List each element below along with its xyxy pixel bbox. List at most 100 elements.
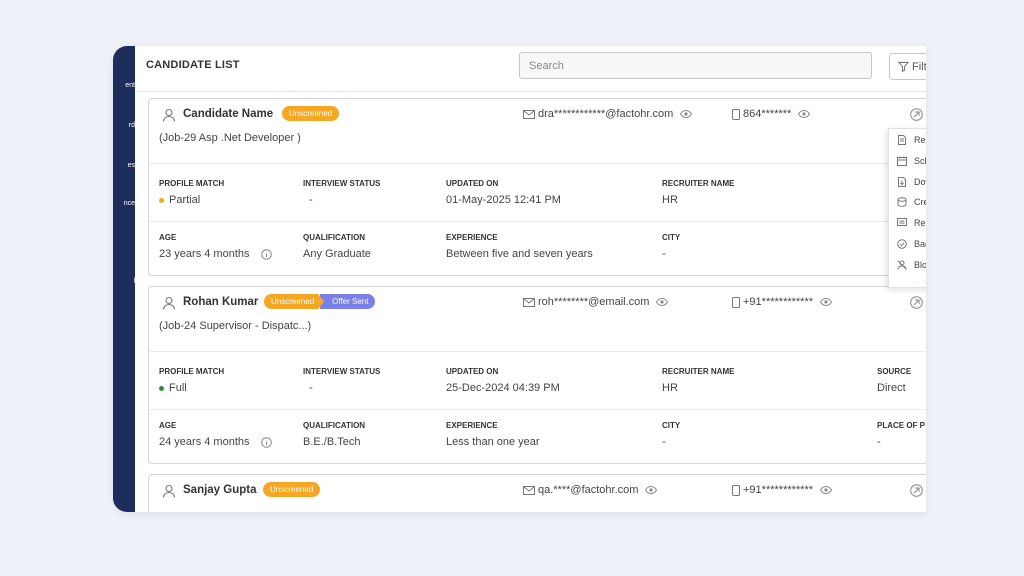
field-label: INTERVIEW STATUS (303, 367, 381, 376)
field-label: EXPERIENCE (446, 421, 498, 430)
eye-icon[interactable] (820, 486, 833, 494)
phone-text: +91************ (743, 296, 814, 308)
mail-icon (523, 297, 535, 307)
link-icon[interactable] (910, 296, 923, 309)
eye-icon[interactable] (656, 298, 669, 306)
menu-item-download[interactable]: Downlo (897, 174, 926, 190)
database-icon (897, 197, 907, 207)
field-label: QUALIFICATION (303, 421, 366, 430)
sidebar-item[interactable]: nce (124, 200, 135, 207)
candidate-name[interactable]: Rohan Kumar (183, 296, 258, 308)
menu-item-label: Backgr (914, 239, 926, 249)
profile-match-value: Full (159, 382, 187, 394)
recruiter-name-value: HR (662, 194, 678, 206)
sidebar-item[interactable]: ent (125, 82, 135, 89)
experience-value: Between five and seven years (446, 248, 593, 260)
field-label: PROFILE MATCH (159, 367, 225, 376)
filter-label: Filt (912, 60, 926, 73)
email-contact: roh********@email.com (523, 296, 669, 308)
filter-icon (898, 61, 909, 72)
field-label: INTERVIEW STATUS (303, 179, 381, 188)
field-label: CITY (662, 233, 681, 242)
field-label: UPDATED ON (446, 367, 499, 376)
person-icon (162, 296, 176, 310)
recruiter-name-value: HR (662, 382, 678, 394)
qualification-value: Any Graduate (303, 248, 371, 260)
eye-icon[interactable] (798, 110, 811, 118)
row-divider (149, 409, 926, 410)
interview-status-value: - (309, 382, 313, 394)
search-input[interactable] (519, 52, 872, 79)
field-label: AGE (159, 233, 177, 242)
updated-on-value: 01-May-2025 12:41 PM (446, 194, 561, 206)
candidate-name[interactable]: Candidate Name (183, 108, 273, 120)
info-icon[interactable] (260, 248, 272, 260)
email-contact: dra************@factohr.com (523, 108, 693, 120)
job-title: (Job-24 Supervisor - Dispatc...) (159, 320, 312, 332)
age-text: 24 years 4 months (159, 436, 250, 448)
menu-item-remark[interactable]: Remark (897, 215, 926, 231)
action-menu: Resume Schedu Downlo Create Remark Backg… (888, 128, 926, 288)
menu-item-label: Downlo (914, 177, 926, 187)
status-badges: Unscreened (263, 482, 321, 497)
field-label: SOURCE (877, 367, 912, 376)
age-value: 24 years 4 months (159, 436, 272, 448)
page-title: CANDIDATE LIST (146, 59, 240, 71)
phone-contact: +91************ (732, 484, 833, 496)
sidebar: ent rd es nce l (113, 46, 135, 512)
qualification-value: B.E./B.Tech (303, 436, 361, 448)
field-label: PLACE OF P (877, 421, 926, 430)
document-icon (898, 135, 906, 145)
card-header: Sanjay Gupta Unscreened qa.****@factohr.… (149, 475, 926, 512)
menu-item-resume[interactable]: Resume (897, 132, 926, 148)
app-window: ent rd es nce l CANDIDATE LIST Filt Cand… (113, 46, 926, 512)
check-circle-icon (897, 239, 907, 249)
comment-icon (897, 218, 907, 226)
city-value: - (662, 436, 666, 448)
link-icon[interactable] (910, 108, 923, 121)
phone-contact: 864******* (732, 108, 811, 120)
job-title: (Job-29 Asp .Net Developer ) (159, 132, 301, 144)
status-badges: Unscreened Offer Sent (264, 294, 376, 309)
sidebar-item[interactable]: es (128, 162, 135, 169)
age-value: 23 years 4 months (159, 248, 272, 260)
field-label: EXPERIENCE (446, 233, 498, 242)
candidate-card[interactable]: Candidate Name Unscreened (Job-29 Asp .N… (148, 98, 926, 276)
status-badge: Unscreened (264, 294, 324, 309)
phone-icon (732, 108, 740, 120)
source-value: Direct (877, 382, 906, 394)
phone-icon (732, 484, 740, 496)
person-icon (162, 484, 176, 498)
card-header: Rohan Kumar Unscreened Offer Sent (Job-2… (149, 287, 926, 352)
email-text: qa.****@factohr.com (538, 484, 639, 496)
menu-item-create[interactable]: Create (897, 194, 926, 210)
person-icon (162, 108, 176, 122)
menu-item-schedule[interactable]: Schedu (897, 153, 926, 169)
field-label: QUALIFICATION (303, 233, 366, 242)
eye-icon[interactable] (645, 486, 658, 494)
eye-icon[interactable] (820, 298, 833, 306)
email-text: dra************@factohr.com (538, 108, 674, 120)
field-label: RECRUITER NAME (662, 179, 735, 188)
field-label: UPDATED ON (446, 179, 499, 188)
link-icon[interactable] (910, 484, 923, 497)
candidate-card[interactable]: Rohan Kumar Unscreened Offer Sent (Job-2… (148, 286, 926, 464)
candidate-name[interactable]: Sanjay Gupta (183, 484, 257, 496)
interview-status-value: - (309, 194, 313, 206)
phone-contact: +91************ (732, 296, 833, 308)
card-header: Candidate Name Unscreened (Job-29 Asp .N… (149, 99, 926, 164)
filter-button[interactable]: Filt (889, 53, 926, 80)
eye-icon[interactable] (680, 110, 693, 118)
age-text: 23 years 4 months (159, 248, 250, 260)
menu-item-background[interactable]: Backgr (897, 236, 926, 252)
mail-icon (523, 109, 535, 119)
phone-text: 864******* (743, 108, 792, 120)
candidate-card[interactable]: Sanjay Gupta Unscreened qa.****@factohr.… (148, 474, 926, 512)
updated-on-value: 25-Dec-2024 04:39 PM (446, 382, 560, 394)
menu-item-block[interactable]: Block C (897, 257, 926, 273)
info-icon[interactable] (260, 436, 272, 448)
email-text: roh********@email.com (538, 296, 650, 308)
match-dot (159, 197, 164, 203)
menu-item-label: Create (914, 197, 926, 207)
phone-icon (732, 296, 740, 308)
